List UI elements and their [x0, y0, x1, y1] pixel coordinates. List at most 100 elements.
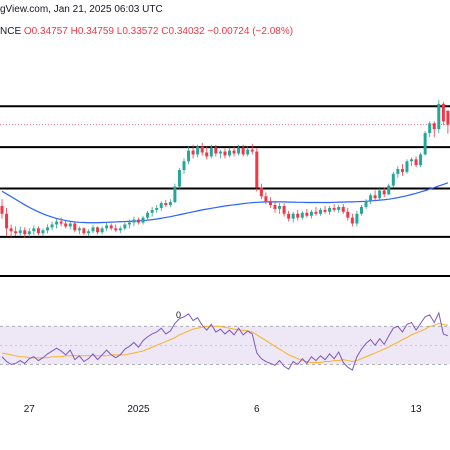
candle-body [159, 203, 163, 208]
candle-body [273, 205, 277, 209]
candle-body [419, 154, 423, 166]
candle-body [146, 212, 150, 218]
candle-body [246, 149, 250, 155]
candle-body [27, 231, 31, 235]
horizontal-levels-layer [0, 105, 450, 277]
candle-body [346, 211, 350, 218]
candle-body [18, 230, 22, 234]
candle-body [396, 169, 400, 174]
candle-body [96, 227, 100, 233]
candle-body [423, 133, 427, 155]
candle-body [50, 224, 54, 228]
candle-body [378, 190, 382, 199]
candle-body [332, 207, 336, 210]
candle-body [109, 225, 113, 229]
candle-body [127, 222, 131, 225]
candle-body [228, 150, 231, 156]
candle-body [41, 230, 45, 234]
x-tick-label: 27 [24, 404, 36, 415]
candle-body [441, 103, 445, 122]
candle-body [91, 227, 95, 232]
candle-body [341, 206, 345, 212]
candle-body [155, 207, 159, 210]
candle-body [405, 161, 409, 172]
candle-body [382, 190, 386, 195]
candle-body [264, 196, 268, 202]
candle-body [387, 185, 391, 195]
x-axis: 27 2025 6 13 [24, 404, 422, 415]
candle-body [137, 219, 140, 223]
candle-body [205, 152, 209, 157]
candles-layer [0, 100, 450, 239]
candle-body [369, 195, 373, 202]
candle-body [82, 228, 86, 234]
candle-body [55, 221, 59, 225]
candle-body [114, 228, 118, 231]
candle-body [218, 151, 222, 154]
candle-body [105, 225, 109, 229]
candle-body [373, 195, 377, 199]
candle-body [359, 206, 363, 214]
candle-body [432, 123, 436, 130]
candle-body [255, 151, 259, 188]
candle-body [305, 212, 309, 216]
candle-body [177, 170, 181, 187]
candle-body [59, 221, 63, 224]
candle-body [446, 110, 450, 125]
candle-body [287, 213, 291, 219]
candle-body [410, 159, 413, 162]
candle-body [300, 212, 304, 218]
candle-body [337, 206, 341, 210]
candle-body [428, 123, 432, 134]
candle-body [268, 201, 272, 206]
candle-body [241, 147, 245, 155]
candle-body [64, 223, 68, 227]
candle-body [173, 186, 177, 203]
candle-body [5, 213, 9, 229]
price-chart[interactable]: 0 27 2025 6 13 [0, 0, 450, 450]
candle-body [250, 149, 254, 152]
candle-body [200, 146, 204, 153]
candle-body [187, 150, 191, 162]
x-tick-label: 6 [254, 404, 260, 415]
x-tick-label: 2025 [127, 404, 150, 415]
candle-body [118, 228, 122, 231]
candle-body [191, 150, 195, 155]
candle-body [164, 203, 168, 206]
candle-body [14, 231, 18, 234]
candle-body [350, 217, 354, 224]
candle-body [132, 219, 136, 223]
candle-body [391, 173, 395, 186]
rsi-label: 0 [176, 310, 181, 320]
candle-body [309, 211, 313, 216]
candle-body [437, 103, 441, 130]
candle-body [414, 159, 418, 166]
candle-body [237, 147, 241, 154]
candle-body [68, 223, 72, 227]
candle-body [282, 205, 286, 214]
candle-body [141, 217, 145, 223]
candle-body [182, 161, 186, 171]
x-tick-label: 13 [410, 404, 422, 415]
candle-body [100, 228, 104, 233]
candle-body [319, 209, 322, 214]
candle-body [314, 211, 318, 214]
candle-body [150, 209, 154, 213]
candle-body [259, 187, 263, 197]
candle-body [77, 228, 81, 231]
candle-body [9, 228, 13, 232]
candle-body [0, 205, 4, 214]
candle-body [400, 169, 404, 172]
candle-body [209, 147, 213, 157]
candle-body [364, 201, 368, 207]
candle-body [23, 230, 27, 235]
candle-body [196, 146, 200, 155]
candle-body [278, 205, 282, 209]
candle-body [291, 213, 295, 219]
candle-body [223, 151, 227, 156]
candle-body [36, 228, 40, 234]
candle-body [323, 209, 327, 212]
candle-body [232, 150, 236, 154]
candle-body [73, 223, 77, 231]
candle-body [86, 231, 90, 234]
